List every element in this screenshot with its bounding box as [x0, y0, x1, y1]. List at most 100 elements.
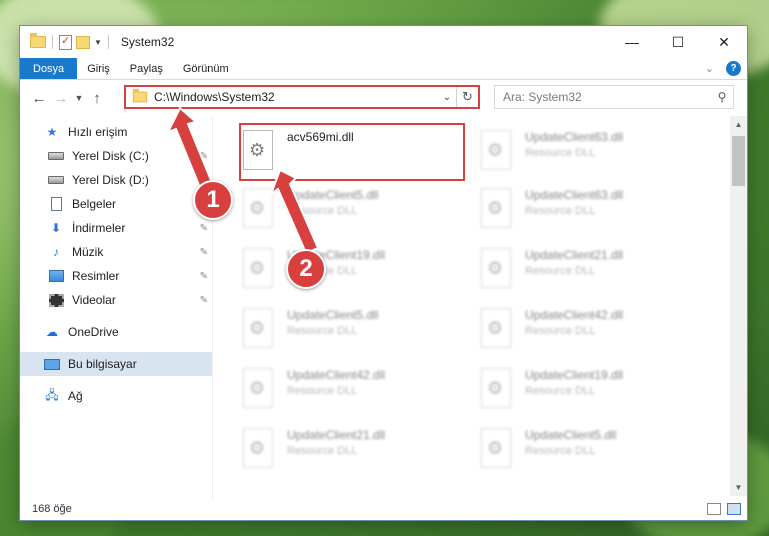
- navigation-pane: ★ Hızlı erişim Yerel Disk (C:) ✎ Yerel D…: [20, 116, 213, 501]
- dll-file-icon: ⚙: [479, 428, 515, 470]
- file-highlight-box: [239, 123, 465, 181]
- navigation-bar: ← → ▼ ↑ C:\Windows\System32 ⌄ ↻ Ara: Sys…: [20, 80, 747, 116]
- tab-file[interactable]: Dosya: [20, 58, 78, 79]
- sidebar-item-label: Videolar: [72, 293, 116, 307]
- address-path[interactable]: C:\Windows\System32: [154, 90, 438, 104]
- sidebar-item-network[interactable]: 🖧 Ağ: [20, 384, 212, 408]
- maximize-button[interactable]: ☐: [655, 26, 701, 58]
- file-name: UpdateClient21.dll: [525, 248, 624, 262]
- document-icon: [48, 197, 64, 211]
- file-item[interactable]: ⚙ UpdateClient5.dll Resource DLL: [479, 424, 707, 478]
- pin-icon[interactable]: ✎: [200, 247, 208, 258]
- file-item[interactable]: ⚙ UpdateClient19.dllResource DLL: [241, 244, 469, 298]
- status-bar: 168 öğe: [20, 498, 747, 520]
- up-button[interactable]: ↑: [86, 90, 108, 107]
- file-item[interactable]: ⚙ UpdateClient21.dll Resource DLL: [241, 424, 469, 478]
- file-item[interactable]: ⚙ UpdateClient5.dll Resource DLL: [241, 304, 469, 358]
- close-button[interactable]: ✕: [701, 26, 747, 58]
- music-icon: ♪: [53, 245, 59, 259]
- sidebar-item-pictures[interactable]: Resimler ✎: [20, 264, 212, 288]
- details-view-icon[interactable]: [707, 503, 721, 515]
- recent-locations-icon[interactable]: ▼: [72, 93, 86, 103]
- window-title: System32: [120, 35, 175, 49]
- sidebar-item-videos[interactable]: Videolar ✎: [20, 288, 212, 312]
- file-item[interactable]: ⚙ UpdateClient19.dll Resource DLL: [479, 364, 707, 418]
- file-name: UpdateClient19.dll: [525, 368, 624, 382]
- customize-toolbar-icon[interactable]: ▼: [94, 38, 102, 47]
- sidebar-item-downloads[interactable]: ⬇ İndirmeler ✎: [20, 216, 212, 240]
- file-type: Resource DLL: [287, 325, 358, 337]
- ribbon-tabs: Dosya Giriş Paylaş Görünüm ⌄ ?: [20, 58, 747, 80]
- dll-file-icon: ⚙: [241, 248, 277, 290]
- chevron-down-icon[interactable]: ⌄: [438, 92, 456, 103]
- folder-icon: [132, 88, 148, 103]
- file-type: Resource DLL: [525, 205, 596, 217]
- file-name: UpdateClient5.dll: [287, 188, 379, 202]
- computer-icon: [44, 357, 60, 371]
- pin-icon[interactable]: ✎: [200, 223, 208, 234]
- pin-icon[interactable]: ✎: [200, 151, 208, 162]
- sidebar-item-label: Hızlı erişim: [68, 125, 128, 139]
- search-input[interactable]: Ara: System32: [503, 90, 711, 104]
- file-type: Resource DLL: [525, 147, 596, 159]
- sidebar-item-onedrive[interactable]: ☁ OneDrive: [20, 320, 212, 344]
- file-type: Resource DLL: [287, 445, 358, 457]
- dll-file-icon: ⚙: [479, 248, 515, 290]
- file-type: Resource DLL: [525, 265, 596, 277]
- file-type: Resource DLL: [525, 385, 596, 397]
- sidebar-item-music[interactable]: ♪ Müzik ✎: [20, 240, 212, 264]
- file-item[interactable]: ⚙ UpdateClient42.dll Resource DLL: [479, 304, 707, 358]
- scroll-down-icon[interactable]: ▼: [730, 479, 747, 496]
- file-item[interactable]: ⚙ UpdateClient42.dll Resource DLL: [241, 364, 469, 418]
- dll-file-icon: ⚙: [241, 368, 277, 410]
- star-icon: ★: [46, 125, 58, 139]
- file-item[interactable]: ⚙ UpdateClient63.dll Resource DLL: [479, 126, 707, 180]
- file-item[interactable]: ⚙ UpdateClient63.dll Resource DLL: [479, 184, 707, 238]
- sidebar-item-label: İndirmeler: [72, 221, 126, 235]
- tab-home[interactable]: Giriş: [77, 58, 120, 79]
- sidebar-item-local-disk-c[interactable]: Yerel Disk (C:) ✎: [20, 144, 212, 168]
- sidebar-item-label: Yerel Disk (C:): [72, 149, 149, 163]
- properties-icon[interactable]: [59, 34, 72, 50]
- file-type: Resource DLL: [287, 385, 358, 397]
- sidebar-item-quick-access[interactable]: ★ Hızlı erişim: [20, 120, 212, 144]
- file-item[interactable]: ⚙ UpdateClient5.dll Resource DLL: [241, 184, 469, 238]
- tab-view[interactable]: Görünüm: [173, 58, 239, 79]
- dll-file-icon: ⚙: [479, 188, 515, 230]
- scrollbar-thumb[interactable]: [732, 136, 745, 186]
- forward-button[interactable]: →: [50, 90, 72, 107]
- drive-icon: [48, 173, 64, 187]
- pin-icon[interactable]: ✎: [200, 295, 208, 306]
- scroll-up-icon[interactable]: ▲: [730, 116, 747, 133]
- sidebar-item-documents[interactable]: Belgeler: [20, 192, 212, 216]
- file-name: UpdateClient42.dll: [525, 308, 624, 322]
- download-icon: ⬇: [50, 221, 62, 235]
- help-icon[interactable]: ?: [726, 61, 741, 76]
- file-name: UpdateClient21.dll: [287, 428, 386, 442]
- address-bar[interactable]: C:\Windows\System32 ⌄ ↻: [124, 85, 480, 109]
- tab-share[interactable]: Paylaş: [120, 58, 173, 79]
- sidebar-item-label: Belgeler: [72, 197, 117, 211]
- sidebar-item-local-disk-d[interactable]: Yerel Disk (D:): [20, 168, 212, 192]
- search-icon[interactable]: ⚲: [711, 90, 733, 104]
- minimize-button[interactable]: —: [609, 26, 655, 58]
- sidebar-item-label: Yerel Disk (D:): [72, 173, 149, 187]
- pin-icon[interactable]: ✎: [200, 271, 208, 282]
- toolbar-divider: [107, 35, 109, 49]
- tiles-view-icon[interactable]: [727, 503, 741, 515]
- file-name: UpdateClient42.dll: [287, 368, 386, 382]
- file-name: UpdateClient63.dll: [525, 130, 624, 144]
- file-name: UpdateClient5.dll: [287, 308, 379, 322]
- expand-ribbon-icon[interactable]: ⌄: [705, 62, 714, 75]
- sidebar-item-this-pc[interactable]: Bu bilgisayar: [20, 352, 212, 376]
- search-box[interactable]: Ara: System32 ⚲: [494, 85, 734, 109]
- dll-file-icon: ⚙: [479, 368, 515, 410]
- file-name: UpdateClient5.dll: [525, 428, 617, 442]
- vertical-scrollbar[interactable]: ▲ ▼: [730, 116, 747, 496]
- back-button[interactable]: ←: [28, 90, 50, 107]
- annotation-marker-2: 2: [286, 249, 326, 289]
- file-item[interactable]: ⚙ UpdateClient21.dll Resource DLL: [479, 244, 707, 298]
- dll-file-icon: ⚙: [241, 188, 277, 230]
- refresh-icon[interactable]: ↻: [456, 87, 478, 107]
- new-folder-icon[interactable]: [76, 35, 90, 49]
